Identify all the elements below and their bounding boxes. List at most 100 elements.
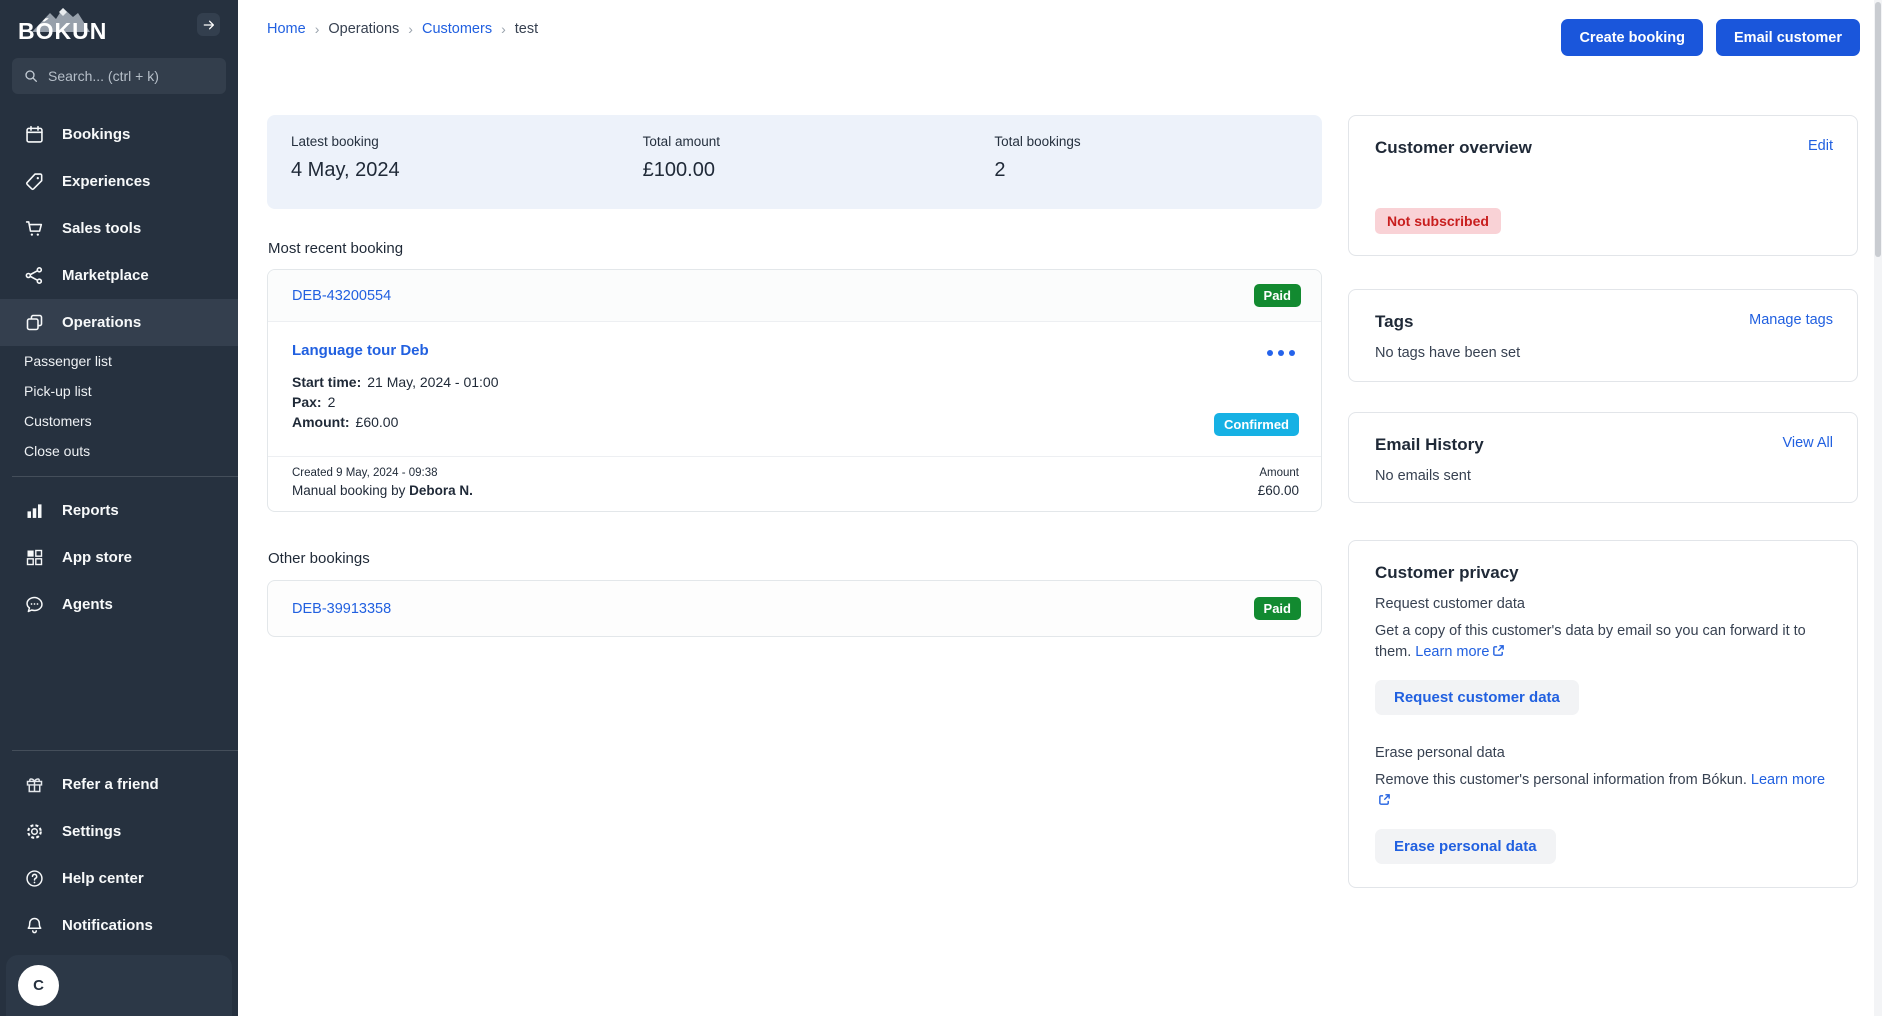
subitem-label: Passenger list — [24, 353, 112, 369]
sidebar-item-app-store[interactable]: App store — [0, 534, 238, 581]
sidebar-item-refer-a-friend[interactable]: Refer a friend — [0, 761, 238, 808]
bar-chart-icon — [24, 500, 45, 521]
view-all-link[interactable]: View All — [1782, 435, 1833, 451]
copy-icon — [24, 312, 45, 333]
field-label: Pax: — [292, 394, 322, 410]
field-value: 2 — [328, 394, 336, 410]
create-booking-button[interactable]: Create booking — [1561, 19, 1703, 56]
booking-ref-link[interactable]: DEB-43200554 — [292, 288, 391, 304]
card-title: Tags — [1375, 312, 1413, 332]
stat-value: 2 — [994, 159, 1322, 182]
sidebar-subitem-close-outs[interactable]: Close outs — [0, 436, 238, 466]
grid-icon — [24, 547, 45, 568]
sidebar-item-marketplace[interactable]: Marketplace — [0, 252, 238, 299]
email-history-empty-text: No emails sent — [1375, 468, 1833, 484]
tag-icon — [24, 171, 45, 192]
sidebar-item-label: Marketplace — [62, 267, 149, 284]
manage-tags-link[interactable]: Manage tags — [1749, 312, 1833, 328]
sidebar-divider — [12, 476, 238, 477]
card-header: Customer overview Edit — [1375, 138, 1833, 158]
sidebar-item-label: Reports — [62, 502, 119, 519]
sidebar-item-reports[interactable]: Reports — [0, 487, 238, 534]
sidebar-item-bookings[interactable]: Bookings — [0, 111, 238, 158]
amount-value: £60.00 — [1258, 483, 1299, 498]
field-value: 21 May, 2024 - 01:00 — [367, 374, 498, 390]
help-icon — [24, 868, 45, 889]
gear-icon — [24, 821, 45, 842]
confirmed-badge: Confirmed — [1214, 413, 1299, 436]
breadcrumb-home[interactable]: Home — [267, 21, 306, 37]
sidebar-subitem-customers[interactable]: Customers — [0, 406, 238, 436]
card-header: Email History View All — [1375, 435, 1833, 455]
customer-privacy-card: Customer privacy Request customer data G… — [1348, 540, 1858, 888]
request-customer-data-button[interactable]: Request customer data — [1375, 680, 1579, 715]
logo-text: BÓKUN — [18, 18, 107, 45]
sidebar-item-sales-tools[interactable]: Sales tools — [0, 205, 238, 252]
breadcrumb: Home › Operations › Customers › test — [267, 16, 538, 37]
not-subscribed-badge: Not subscribed — [1375, 208, 1501, 234]
sidebar-nav: Bookings Experiences Sales tools — [0, 111, 238, 628]
sidebar-subitem-pickup-list[interactable]: Pick-up list — [0, 376, 238, 406]
calendar-icon — [24, 124, 45, 145]
email-customer-button[interactable]: Email customer — [1716, 19, 1860, 56]
top-actions: Create booking Email customer — [1561, 19, 1860, 56]
stat-latest-booking: Latest booking 4 May, 2024 — [267, 115, 619, 209]
search-input[interactable] — [48, 68, 215, 84]
sidebar-item-help-center[interactable]: Help center — [0, 855, 238, 902]
sidebar-item-agents[interactable]: Agents — [0, 581, 238, 628]
sidebar-item-notifications[interactable]: Notifications — [0, 902, 238, 949]
sidebar-item-label: Agents — [62, 596, 113, 613]
booking-amount-summary: Amount £60.00 — [1258, 467, 1299, 498]
sidebar-item-label: Refer a friend — [62, 776, 159, 793]
learn-more-link[interactable]: Learn more — [1415, 644, 1505, 660]
avatar[interactable]: C — [18, 965, 59, 1006]
sidebar-item-operations[interactable]: Operations — [0, 299, 238, 346]
card-header: Tags Manage tags — [1375, 312, 1833, 332]
sidebar-item-label: Settings — [62, 823, 121, 840]
customer-overview-card: Customer overview Edit Not subscribed — [1348, 115, 1858, 256]
card-title: Customer overview — [1375, 138, 1532, 158]
stat-total-amount: Total amount £100.00 — [619, 115, 971, 209]
subitem-label: Customers — [24, 413, 92, 429]
breadcrumb-separator: › — [408, 21, 413, 37]
sidebar-divider — [12, 750, 238, 751]
erase-personal-data-button[interactable]: Erase personal data — [1375, 829, 1556, 864]
scrollbar[interactable] — [1874, 0, 1882, 1016]
booking-card-header: DEB-43200554 Paid — [268, 270, 1321, 322]
email-history-card: Email History View All No emails sent — [1348, 412, 1858, 503]
request-data-heading: Request customer data — [1375, 596, 1833, 612]
sidebar-item-label: Help center — [62, 870, 144, 887]
search-icon — [23, 68, 39, 84]
sidebar-collapse-button[interactable] — [197, 13, 220, 36]
section-title-most-recent: Most recent booking — [268, 240, 1322, 257]
breadcrumb-operations[interactable]: Operations — [328, 21, 399, 37]
subitem-label: Close outs — [24, 443, 90, 459]
booking-ref-link[interactable]: DEB-39913358 — [292, 601, 391, 617]
sidebar-item-experiences[interactable]: Experiences — [0, 158, 238, 205]
booking-field-amount: Amount:£60.00 — [292, 412, 1297, 432]
breadcrumb-customers[interactable]: Customers — [422, 21, 492, 37]
field-value: £60.00 — [356, 414, 399, 430]
field-label: Start time: — [292, 374, 361, 390]
sidebar-search[interactable] — [12, 58, 226, 94]
app-root: BÓKUN Bookings — [0, 0, 1882, 1016]
sidebar: BÓKUN Bookings — [0, 0, 238, 1016]
gift-icon — [24, 774, 45, 795]
bokun-logo[interactable]: BÓKUN — [18, 6, 108, 48]
content-columns: Latest booking 4 May, 2024 Total amount … — [238, 56, 1882, 921]
card-title: Customer privacy — [1375, 563, 1833, 583]
sidebar-item-label: App store — [62, 549, 132, 566]
sidebar-subitem-passenger-list[interactable]: Passenger list — [0, 346, 238, 376]
breadcrumb-current-page: test — [515, 21, 538, 37]
product-link[interactable]: Language tour Deb — [292, 342, 429, 359]
stat-value: 4 May, 2024 — [291, 159, 619, 182]
kebab-menu-icon[interactable] — [1267, 350, 1295, 356]
erase-data-text: Remove this customer's personal informat… — [1375, 772, 1747, 788]
stat-label: Total bookings — [994, 134, 1322, 149]
edit-link[interactable]: Edit — [1808, 138, 1833, 154]
scrollbar-thumb[interactable] — [1875, 2, 1881, 257]
cart-icon — [24, 218, 45, 239]
sidebar-item-settings[interactable]: Settings — [0, 808, 238, 855]
account-menu[interactable]: C — [6, 955, 232, 1016]
learn-more-text: Learn more — [1751, 772, 1825, 788]
